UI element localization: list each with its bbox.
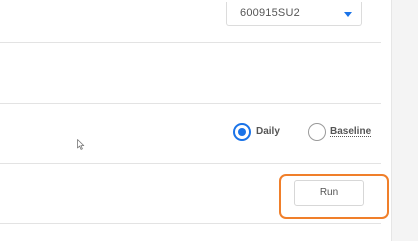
daily-radio[interactable] <box>233 123 251 141</box>
scrollbar-track[interactable] <box>391 0 418 241</box>
id-select[interactable]: 600915SU2 <box>226 2 362 26</box>
divider <box>0 103 381 104</box>
radio-selected-dot <box>238 128 246 136</box>
id-select-value: 600915SU2 <box>240 7 300 19</box>
baseline-radio-label[interactable]: Baseline <box>330 126 371 137</box>
baseline-radio[interactable] <box>308 123 326 141</box>
divider <box>0 42 381 43</box>
settings-panel: 600915SU2 Daily Baseline Run <box>0 0 392 241</box>
divider <box>0 223 381 224</box>
mouse-cursor-icon <box>77 139 85 150</box>
divider <box>0 163 381 164</box>
daily-radio-label[interactable]: Daily <box>256 126 280 137</box>
chevron-down-icon[interactable] <box>344 12 352 17</box>
run-button[interactable]: Run <box>294 180 364 206</box>
